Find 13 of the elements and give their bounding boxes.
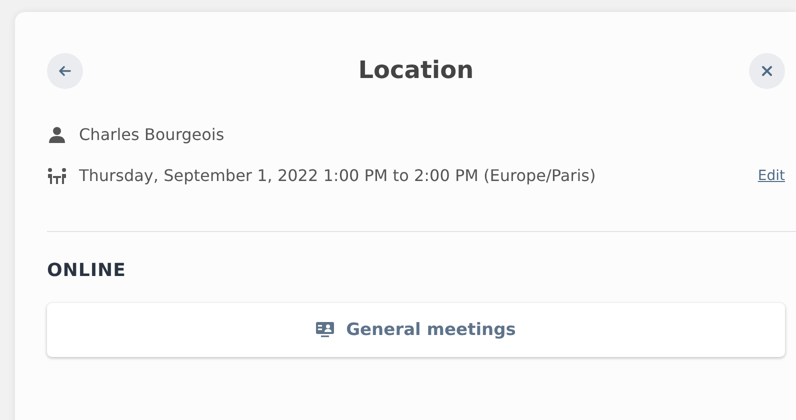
meeting-icon (47, 166, 67, 184)
person-icon (47, 126, 67, 144)
back-arrow-icon (58, 64, 72, 78)
detail-text: Thursday, September 1, 2022 1:00 PM to 2:00 PM (Europe/Paris) (79, 166, 597, 185)
edit-link[interactable]: Edit (758, 168, 785, 184)
back-button[interactable] (47, 53, 83, 89)
close-icon (760, 65, 773, 77)
close-button[interactable] (748, 53, 785, 89)
detail-text: Charles Bourgeois (79, 125, 226, 144)
contact-card-icon (316, 322, 334, 338)
meeting-option-button[interactable]: General meetings (47, 303, 785, 357)
section-heading: ONLINE (47, 260, 127, 281)
panel-title: Location (358, 56, 474, 84)
